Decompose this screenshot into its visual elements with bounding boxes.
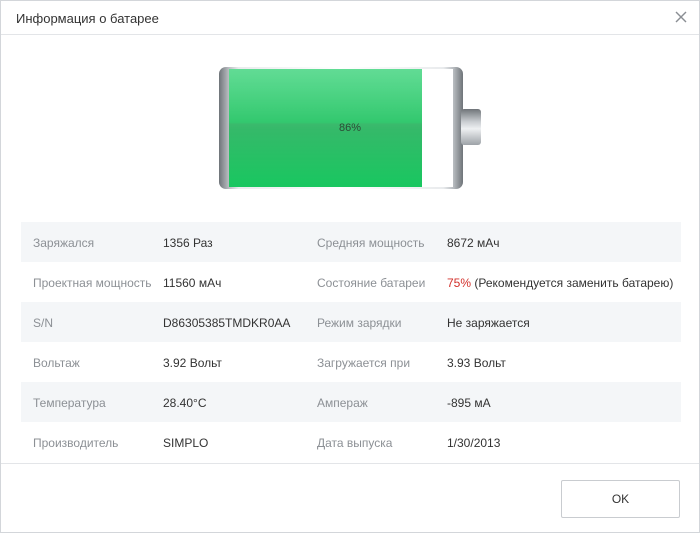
battery-info-dialog: Информация о батарее 86% Заряжался 1356 … [0,0,700,533]
info-row: S/N D86305385TMDKR0AA Режим зарядки Не з… [21,302,681,342]
info-label: Средняя мощность [317,236,425,250]
info-label: Режим зарядки [317,316,402,330]
info-row: Проектная мощность 11560 мАч Состояние б… [21,262,681,302]
info-row: Температура 28.40°C Ампераж -895 мА [21,382,681,422]
info-label: Производитель [33,436,119,450]
battery-health-value: 75% (Рекомендуется заменить батарею) [447,276,673,290]
info-value: D86305385TMDKR0AA [163,316,291,330]
info-label: S/N [33,316,54,330]
info-row: Вольтаж 3.92 Вольт Загружается при 3.93 … [21,342,681,382]
info-row: Производитель SIMPLO Дата выпуска 1/30/2… [21,422,681,462]
title-bar: Информация о батарее [1,1,699,35]
info-value: 3.92 Вольт [163,356,222,370]
footer-divider [1,463,699,464]
dialog-title: Информация о батарее [16,11,159,26]
info-value: -895 мА [447,396,491,410]
info-row: Заряжался 1356 Раз Средняя мощность 8672… [21,222,681,262]
info-label: Вольтаж [33,356,80,370]
battery-health-percent: 75% [447,276,472,290]
info-label: Состояние батареи [317,276,426,290]
info-value: 11560 мАч [163,276,222,290]
battery-graphic: 86% [219,67,483,189]
info-value: 8672 мАч [447,236,500,250]
info-value: 3.93 Вольт [447,356,506,370]
info-label: Заряжался [33,236,95,250]
info-label: Дата выпуска [317,436,393,450]
info-label: Ампераж [317,396,368,410]
info-value: 1356 Раз [163,236,213,250]
battery-health-note: (Рекомендуется заменить батарею) [471,276,674,290]
ok-button[interactable]: OK [561,480,680,518]
battery-info-table: Заряжался 1356 Раз Средняя мощность 8672… [21,222,681,462]
info-label: Проектная мощность [33,276,152,290]
info-value: SIMPLO [163,436,209,450]
info-value: Не заряжается [447,316,530,330]
info-value: 28.40°C [163,396,207,410]
info-value: 1/30/2013 [447,436,501,450]
close-icon[interactable] [671,7,691,27]
battery-percent: 86% [338,122,362,134]
info-label: Загружается при [317,356,411,370]
info-label: Температура [33,396,106,410]
